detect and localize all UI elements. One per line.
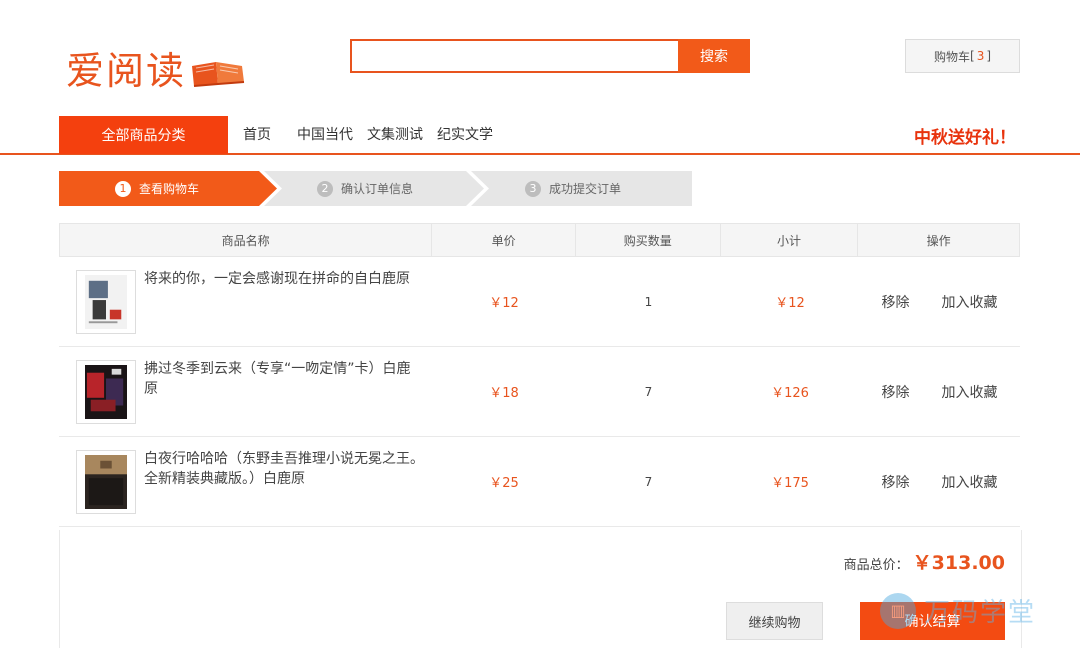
quantity: 7	[644, 384, 653, 399]
step-label: 查看购物车	[139, 182, 200, 196]
watermark-text: 万码学堂	[924, 598, 1037, 628]
nav-link-documentary[interactable]: 纪实文学	[437, 124, 493, 144]
remove-button[interactable]: 移除	[882, 382, 910, 402]
watermark: ▥ 万码学堂	[880, 592, 1036, 629]
table-row: 拂过冬季到云来（专享“一吻定情”卡）白鹿原 ￥18 7 ￥126 移除 加入收藏	[59, 347, 1020, 437]
remove-button[interactable]: 移除	[882, 472, 910, 492]
remove-button[interactable]: 移除	[882, 292, 910, 312]
total-label: 商品总价：	[843, 558, 909, 573]
subtotal: ￥175	[771, 476, 809, 491]
nav-link-collection-test[interactable]: 文集测试	[367, 124, 423, 144]
watermark-logo-icon: ▥	[880, 592, 916, 629]
product-thumbnail[interactable]	[76, 270, 136, 334]
step-number: 2	[317, 180, 333, 197]
table-row: 将来的你，一定会感谢现在拼命的自白鹿原 ￥12 1 ￥12 移除 加入收藏	[59, 257, 1020, 347]
nav-link-home[interactable]: 首页	[243, 124, 271, 144]
product-cell: 将来的你，一定会感谢现在拼命的自白鹿原	[59, 257, 432, 346]
table-header: 商品名称 单价 购买数量 小计 操作	[59, 223, 1020, 257]
step-number: 3	[525, 180, 541, 197]
nav-link-contemporary[interactable]: 中国当代	[297, 124, 353, 144]
cart-bracket-open: [	[970, 49, 975, 63]
step-confirm-order: 2 确认订单信息	[264, 171, 484, 206]
cart-label: 购物车	[933, 49, 970, 64]
quantity: 1	[644, 294, 653, 309]
step-label: 成功提交订单	[549, 182, 622, 196]
cart-button[interactable]: 购物车 [ 3 ]	[905, 39, 1020, 73]
cart-table: 商品名称 单价 购买数量 小计 操作 将来的你，一定会感谢现在拼命的自白鹿原 ￥…	[59, 223, 1020, 527]
add-to-favorites-button[interactable]: 加入收藏	[942, 292, 998, 312]
search-button[interactable]: 搜索	[678, 39, 750, 73]
subtotal: ￥12	[775, 296, 805, 311]
cart-count: 3	[976, 49, 985, 63]
step-order-submitted: 3 成功提交订单	[471, 171, 692, 206]
quantity: 7	[644, 474, 653, 489]
search-bar: 搜索	[350, 39, 750, 73]
product-cell: 白夜行哈哈哈（东野圭吾推理小说无冕之王。全新精装典藏版。）白鹿原	[59, 437, 432, 526]
step-view-cart: 1 查看购物车	[59, 171, 277, 206]
search-input[interactable]	[350, 39, 678, 73]
total-value: ￥313.00	[912, 552, 1005, 574]
logo[interactable]: 爱阅读	[66, 40, 246, 95]
book-cover-image	[85, 275, 127, 329]
table-row: 白夜行哈哈哈（东野圭吾推理小说无冕之王。全新精装典藏版。）白鹿原 ￥25 7 ￥…	[59, 437, 1020, 527]
unit-price: ￥18	[489, 386, 519, 401]
continue-shopping-button[interactable]: 继续购物	[726, 602, 823, 640]
promo-text[interactable]: 中秋送好礼！	[914, 123, 1016, 148]
product-cell: 拂过冬季到云来（专享“一吻定情”卡）白鹿原	[59, 347, 432, 436]
main-nav: 全部商品分类 首页 中国当代 文集测试 纪实文学 中秋送好礼！	[0, 115, 1080, 155]
header-quantity: 购买数量	[576, 224, 721, 256]
header-actions: 操作	[926, 233, 951, 248]
book-icon	[192, 61, 245, 87]
nav-links: 首页 中国当代 文集测试 纪实文学	[243, 124, 507, 144]
book-cover-image	[85, 365, 127, 419]
unit-price: ￥12	[489, 296, 519, 311]
add-to-favorites-button[interactable]: 加入收藏	[942, 382, 998, 402]
header-product-name: 商品名称	[60, 224, 433, 256]
step-number: 1	[115, 180, 131, 197]
unit-price: ￥25	[489, 476, 519, 491]
row-actions: 移除 加入收藏	[882, 292, 998, 312]
checkout-steps: 1 查看购物车 2 确认订单信息 3 成功提交订单	[59, 171, 692, 206]
logo-text: 爱阅读	[66, 49, 187, 93]
all-categories-button[interactable]: 全部商品分类	[59, 116, 228, 154]
product-name[interactable]: 将来的你，一定会感谢现在拼命的自白鹿原	[144, 269, 424, 289]
order-total: 商品总价： ￥313.00	[844, 548, 1005, 575]
subtotal: ￥126	[771, 386, 809, 401]
row-actions: 移除 加入收藏	[882, 472, 998, 492]
header-unit-price: 单价	[432, 224, 576, 256]
row-actions: 移除 加入收藏	[882, 382, 998, 402]
header-subtotal: 小计	[721, 224, 859, 256]
product-thumbnail[interactable]	[76, 360, 136, 424]
cart-bracket-close: ]	[986, 49, 992, 63]
product-thumbnail[interactable]	[76, 450, 136, 514]
step-label: 确认订单信息	[341, 182, 414, 196]
product-name[interactable]: 拂过冬季到云来（专享“一吻定情”卡）白鹿原	[144, 359, 424, 399]
add-to-favorites-button[interactable]: 加入收藏	[942, 472, 998, 492]
cart-footer: 商品总价： ￥313.00 继续购物 确认结算	[59, 530, 1022, 648]
product-name[interactable]: 白夜行哈哈哈（东野圭吾推理小说无冕之王。全新精装典藏版。）白鹿原	[144, 449, 424, 489]
book-cover-image	[85, 455, 127, 509]
